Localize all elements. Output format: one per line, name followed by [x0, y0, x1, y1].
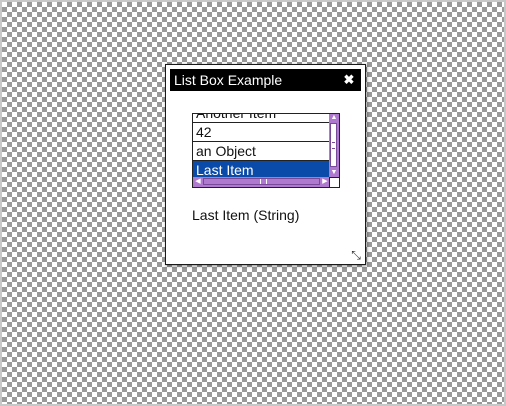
scroll-right-arrow-icon[interactable]: ▶ — [321, 177, 329, 187]
list-item[interactable]: Another Item — [193, 114, 330, 123]
selection-status-text: Last Item (String) — [192, 207, 300, 223]
scroll-up-arrow-icon[interactable]: ▲ — [329, 114, 339, 122]
list-item[interactable]: 42 — [193, 123, 330, 142]
horizontal-scrollbar[interactable]: ◀ ▶ — [193, 177, 330, 187]
vertical-scroll-thumb[interactable] — [330, 123, 337, 167]
scrollbar-corner — [329, 177, 339, 187]
close-icon[interactable]: ✖ — [342, 72, 356, 88]
window-titlebar[interactable]: List Box Example ✖ — [170, 69, 361, 91]
resize-grip-icon[interactable]: ⤡ — [350, 249, 362, 261]
vertical-scrollbar[interactable]: ▲ ▼ — [329, 114, 339, 177]
scroll-left-arrow-icon[interactable]: ◀ — [194, 177, 202, 187]
list-box[interactable]: Another Item 42 an Object Last Item ▲ ▼ … — [192, 113, 340, 188]
horizontal-scroll-thumb[interactable] — [203, 178, 320, 185]
list-items: Another Item 42 an Object Last Item — [193, 114, 330, 180]
window-title: List Box Example — [174, 72, 283, 88]
list-item[interactable]: an Object — [193, 142, 330, 161]
list-box-window[interactable]: List Box Example ✖ Another Item 42 an Ob… — [165, 64, 366, 265]
checkerboard-desktop: List Box Example ✖ Another Item 42 an Ob… — [0, 0, 506, 406]
scroll-down-arrow-icon[interactable]: ▼ — [329, 169, 339, 177]
